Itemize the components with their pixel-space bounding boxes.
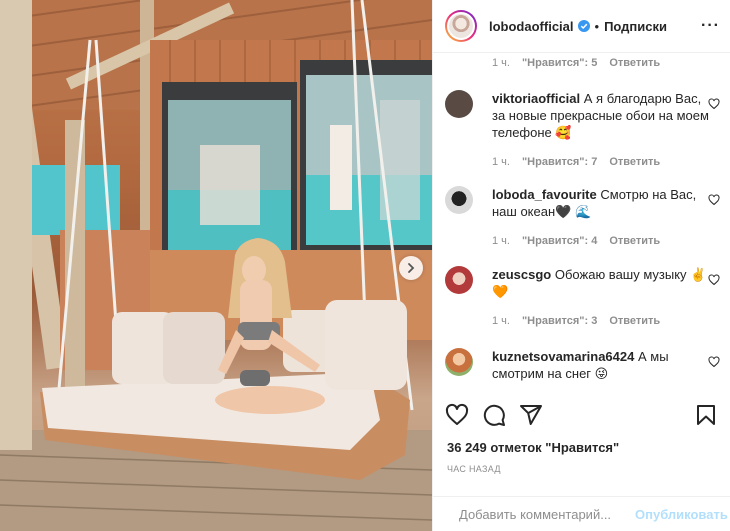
more-options-button[interactable]: ··· bbox=[701, 17, 720, 35]
share-icon[interactable] bbox=[519, 403, 543, 427]
post-panel: lobodaofficial • Подписки ··· 1 ч. "Нрав… bbox=[432, 0, 730, 531]
photo-scene bbox=[0, 0, 432, 531]
commenter-username[interactable]: zeuscsgo bbox=[492, 267, 551, 282]
comment-likes[interactable]: "Нравится": 3 bbox=[522, 315, 597, 327]
separator-dot: • bbox=[594, 18, 600, 34]
post-timestamp: ЧАС НАЗАД bbox=[447, 464, 501, 474]
comment-meta: 1 ч. "Нравится": 7 Ответить bbox=[492, 156, 712, 168]
author-username[interactable]: lobodaofficial bbox=[489, 19, 574, 34]
add-comment-bar: Опубликовать bbox=[433, 496, 730, 531]
comments-list[interactable]: 1 ч. "Нравится": 5 Ответить viktoriaoffi… bbox=[433, 54, 730, 390]
commenter-avatar[interactable] bbox=[445, 186, 473, 214]
comment-item: viktoriaofficial А я благодарю Вас, за н… bbox=[445, 90, 720, 168]
chevron-right-icon bbox=[408, 263, 415, 273]
verified-badge-icon bbox=[577, 20, 590, 32]
bookmark-icon[interactable] bbox=[694, 403, 718, 427]
reply-button[interactable]: Ответить bbox=[609, 315, 660, 327]
comment-likes[interactable]: "Нравится": 4 bbox=[522, 235, 597, 247]
reply-button[interactable]: Ответить bbox=[609, 235, 660, 247]
comment-text: viktoriaofficial А я благодарю Вас, за н… bbox=[492, 90, 712, 141]
heart-icon[interactable] bbox=[445, 403, 469, 427]
comment-time: 1 ч. bbox=[492, 57, 510, 69]
publish-button[interactable]: Опубликовать bbox=[635, 507, 728, 522]
heart-icon[interactable] bbox=[708, 98, 720, 110]
comment-text: zeuscsgo Обожаю вашу музыку ✌️🧡 bbox=[492, 266, 712, 300]
comment-text: kuznetsovamarina6424 А мы смотрим на сне… bbox=[492, 348, 712, 382]
reply-button[interactable]: Ответить bbox=[609, 57, 660, 69]
carousel-next-button[interactable] bbox=[399, 256, 423, 280]
commenter-avatar[interactable] bbox=[445, 266, 473, 294]
comment-meta: 1 ч. "Нравится": 3 Ответить bbox=[492, 315, 712, 327]
comment-input[interactable] bbox=[459, 506, 635, 522]
post-actions bbox=[433, 398, 730, 432]
comment-time: 1 ч. bbox=[492, 235, 510, 247]
reply-button[interactable]: Ответить bbox=[609, 156, 660, 168]
heart-icon[interactable] bbox=[708, 194, 720, 206]
commenter-avatar[interactable] bbox=[445, 348, 473, 376]
post-photo[interactable] bbox=[0, 0, 432, 531]
likes-count[interactable]: 36 249 отметок "Нравится" bbox=[447, 440, 619, 455]
commenter-avatar[interactable] bbox=[445, 90, 473, 118]
commenter-username[interactable]: viktoriaofficial bbox=[492, 91, 580, 106]
comment-item: kuznetsovamarina6424 А мы смотрим на сне… bbox=[445, 348, 720, 382]
comment-time: 1 ч. bbox=[492, 315, 510, 327]
commenter-username[interactable]: loboda_favourite bbox=[492, 187, 597, 202]
comment-text: loboda_favourite Смотрю на Вас, наш океа… bbox=[492, 186, 712, 220]
author-avatar[interactable] bbox=[445, 10, 477, 42]
following-button[interactable]: Подписки bbox=[604, 19, 667, 34]
commenter-username[interactable]: kuznetsovamarina6424 bbox=[492, 349, 634, 364]
comment-likes[interactable]: "Нравится": 5 bbox=[522, 57, 597, 69]
comment-likes[interactable]: "Нравится": 7 bbox=[522, 156, 597, 168]
comment-meta: 1 ч. "Нравится": 4 Ответить bbox=[492, 235, 712, 247]
comment-icon[interactable] bbox=[482, 403, 506, 427]
comment-item: zeuscsgo Обожаю вашу музыку ✌️🧡 1 ч. "Нр… bbox=[445, 266, 720, 327]
heart-icon[interactable] bbox=[708, 274, 720, 286]
post-header: lobodaofficial • Подписки ··· bbox=[433, 0, 730, 53]
comment-meta: 1 ч. "Нравится": 5 Ответить bbox=[492, 57, 660, 69]
heart-icon[interactable] bbox=[708, 356, 720, 368]
comment-item: loboda_favourite Смотрю на Вас, наш океа… bbox=[445, 186, 720, 247]
comment-time: 1 ч. bbox=[492, 156, 510, 168]
